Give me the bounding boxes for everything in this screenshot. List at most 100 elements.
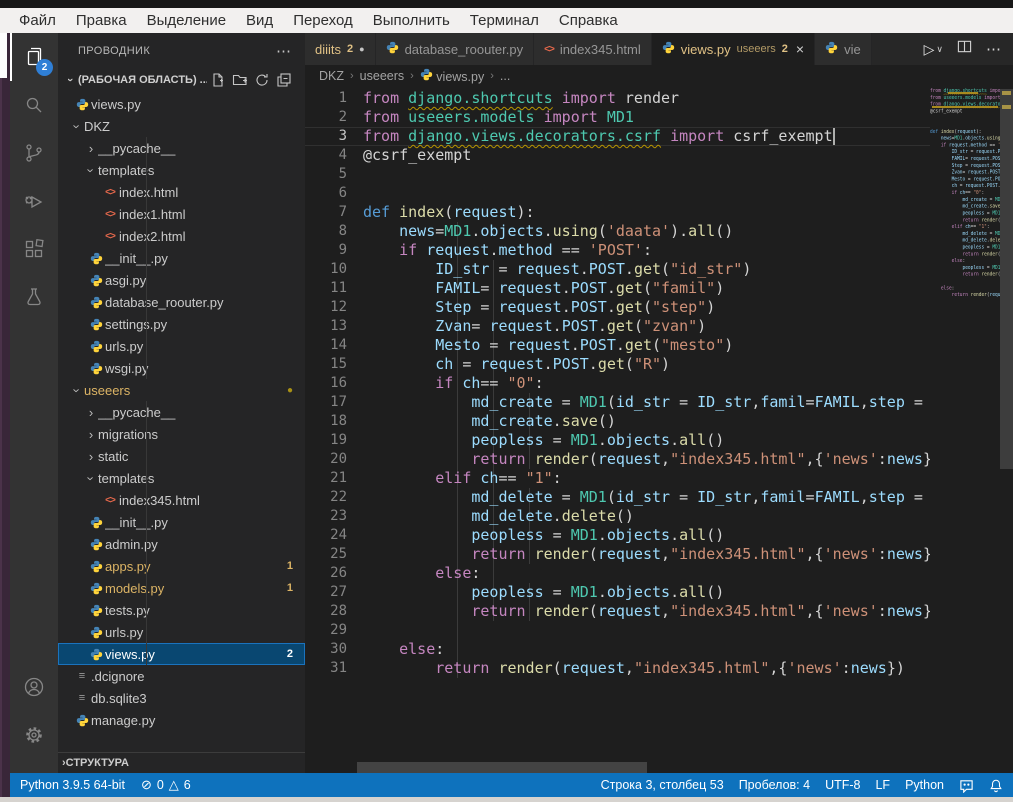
menu-item-4[interactable]: Переход xyxy=(284,12,362,29)
tree-file-db.sqlite3[interactable]: ≡db.sqlite3 xyxy=(58,687,305,709)
tree-folder-useeers[interactable]: ›useeers● xyxy=(58,379,305,401)
tab-close-icon[interactable]: × xyxy=(796,41,804,57)
collapse-folders-icon[interactable] xyxy=(273,70,295,90)
tree-file-tests.py[interactable]: tests.py xyxy=(58,599,305,621)
minimap-warning-mark xyxy=(948,92,978,94)
tree-file-index345.html[interactable]: <>index345.html xyxy=(58,489,305,511)
vertical-scrollbar[interactable] xyxy=(1000,89,1013,469)
run-debug-icon[interactable] xyxy=(10,177,58,225)
menu-item-5[interactable]: Выполнить xyxy=(364,12,459,29)
breadcrumb-item-...[interactable]: ... xyxy=(500,69,510,83)
tree-file-settings.py[interactable]: settings.py xyxy=(58,313,305,335)
breadcrumb-item-views.py[interactable]: views.py xyxy=(420,68,484,84)
tree-file-models.py[interactable]: models.py1 xyxy=(58,577,305,599)
menu-item-7[interactable]: Справка xyxy=(550,12,627,29)
tab-vie[interactable]: vie xyxy=(815,33,872,65)
minimap[interactable]: from django.shortcuts import renderfrom … xyxy=(930,87,1000,773)
tree-indent-guide xyxy=(146,137,147,379)
source-control-icon[interactable] xyxy=(10,129,58,177)
menu-item-2[interactable]: Выделение xyxy=(138,12,235,29)
tree-file-index1.html[interactable]: <>index1.html xyxy=(58,203,305,225)
tree-file-apps.py[interactable]: apps.py1 xyxy=(58,555,305,577)
problems-indicator[interactable]: ⊘ 0 △ 6 xyxy=(141,777,191,793)
status-item-2[interactable]: UTF-8 xyxy=(825,778,860,792)
tree-folder-__pycache__[interactable]: ›__pycache__ xyxy=(58,137,305,159)
tree-item-label: models.py xyxy=(105,581,287,596)
testing-icon[interactable] xyxy=(10,273,58,321)
tab-modified-dot-icon: ● xyxy=(359,44,364,54)
tree-file-index2.html[interactable]: <>index2.html xyxy=(58,225,305,247)
tree-item-label: apps.py xyxy=(105,559,287,574)
tree-file-views.py[interactable]: views.py2 xyxy=(58,643,305,665)
tab-database_roouter.py[interactable]: database_roouter.py xyxy=(376,33,535,65)
tree-file-admin.py[interactable]: admin.py xyxy=(58,533,305,555)
tree-file-views.py[interactable]: views.py xyxy=(58,93,305,115)
tab-problems-badge: 2 xyxy=(347,43,353,55)
breadcrumb-item-DKZ[interactable]: DKZ xyxy=(319,69,344,83)
chevron-down-icon[interactable]: ∨ xyxy=(936,44,943,55)
status-item-0[interactable]: Строка 3, столбец 53 xyxy=(601,778,724,792)
tree-file-wsgi.py[interactable]: wsgi.py xyxy=(58,357,305,379)
menu-item-1[interactable]: Правка xyxy=(67,12,136,29)
tree-item-label: migrations xyxy=(98,427,293,442)
tree-item-label: views.py xyxy=(105,647,287,662)
notifications-bell-icon[interactable] xyxy=(989,778,1003,793)
tree-folder-templates[interactable]: ›templates xyxy=(58,467,305,489)
tree-file-manage.py[interactable]: manage.py xyxy=(58,709,305,731)
menu-item-3[interactable]: Вид xyxy=(237,12,282,29)
python-file-icon xyxy=(87,274,105,287)
tree-file-urls.py[interactable]: urls.py xyxy=(58,621,305,643)
search-icon[interactable] xyxy=(10,81,58,129)
python-interpreter[interactable]: Python 3.9.5 64-bit xyxy=(20,778,125,792)
workspace-section-header[interactable]: › (РАБОЧАЯ ОБЛАСТЬ) ... xyxy=(58,68,305,92)
tree-file-asgi.py[interactable]: asgi.py xyxy=(58,269,305,291)
tree-item-label: __pycache__ xyxy=(98,141,293,156)
menu-item-6[interactable]: Терминал xyxy=(461,12,548,29)
sidebar-more-actions-icon[interactable]: ⋯ xyxy=(276,42,291,60)
menu-item-0[interactable]: Файл xyxy=(10,12,65,29)
new-folder-icon[interactable] xyxy=(229,70,251,90)
tree-file-index.html[interactable]: <>index.html xyxy=(58,181,305,203)
feedback-smiley-icon[interactable] xyxy=(959,778,974,793)
tab-bar: diiits2●database_roouter.py<>index345.ht… xyxy=(305,33,1013,65)
breadcrumb[interactable]: DKZ›useeers› views.py›... xyxy=(305,65,1013,87)
code-editor[interactable]: 1234567891011121314151617181920212223242… xyxy=(305,87,1013,773)
tab-diiits[interactable]: diiits2● xyxy=(305,33,376,65)
explorer-icon[interactable]: 2 xyxy=(10,33,58,81)
tab-index345.html[interactable]: <>index345.html xyxy=(534,33,652,65)
tree-file-.dcignore[interactable]: ≡.dcignore xyxy=(58,665,305,687)
tree-item-label: static xyxy=(98,449,293,464)
tree-folder-DKZ[interactable]: ›DKZ xyxy=(58,115,305,137)
new-file-icon[interactable] xyxy=(207,70,229,90)
more-actions-icon[interactable]: ⋯ xyxy=(986,40,1001,58)
settings-gear-icon[interactable] xyxy=(10,711,58,759)
extensions-icon[interactable] xyxy=(10,225,58,273)
tree-file-__init__.py[interactable]: __init__.py xyxy=(58,247,305,269)
horizontal-scrollbar[interactable] xyxy=(357,762,647,773)
status-item-1[interactable]: Пробелов: 4 xyxy=(739,778,810,792)
tree-file-urls.py[interactable]: urls.py xyxy=(58,335,305,357)
split-editor-icon[interactable] xyxy=(957,39,972,59)
tree-folder-templates[interactable]: ›templates xyxy=(58,159,305,181)
tree-folder-migrations[interactable]: ›migrations xyxy=(58,423,305,445)
outline-section-header[interactable]: › СТРУКТУРА xyxy=(58,752,305,773)
tree-folder-__pycache__[interactable]: ›__pycache__ xyxy=(58,401,305,423)
text-file-icon: ≡ xyxy=(73,692,91,704)
status-item-4[interactable]: Python xyxy=(905,778,944,792)
run-python-file-button[interactable]: ▷∨ xyxy=(924,41,943,58)
minimap-warning-mark xyxy=(932,106,998,108)
tree-item-label: __pycache__ xyxy=(98,405,293,420)
tree-folder-static[interactable]: ›static xyxy=(58,445,305,467)
tab-views.py[interactable]: views.pyuseeers2× xyxy=(652,33,815,65)
explorer-badge: 2 xyxy=(36,59,53,76)
account-icon[interactable] xyxy=(10,663,58,711)
breadcrumb-item-useeers[interactable]: useeers xyxy=(360,69,404,83)
status-item-3[interactable]: LF xyxy=(875,778,890,792)
tree-item-label: DKZ xyxy=(84,119,293,134)
tab-label: vie xyxy=(844,42,861,57)
tree-file-database_roouter.py[interactable]: database_roouter.py xyxy=(58,291,305,313)
refresh-icon[interactable] xyxy=(251,70,273,90)
errors-icon: ⊘ xyxy=(141,777,152,793)
tree-file-__init__.py[interactable]: __init__.py xyxy=(58,511,305,533)
tab-problems-badge: 2 xyxy=(782,43,788,55)
